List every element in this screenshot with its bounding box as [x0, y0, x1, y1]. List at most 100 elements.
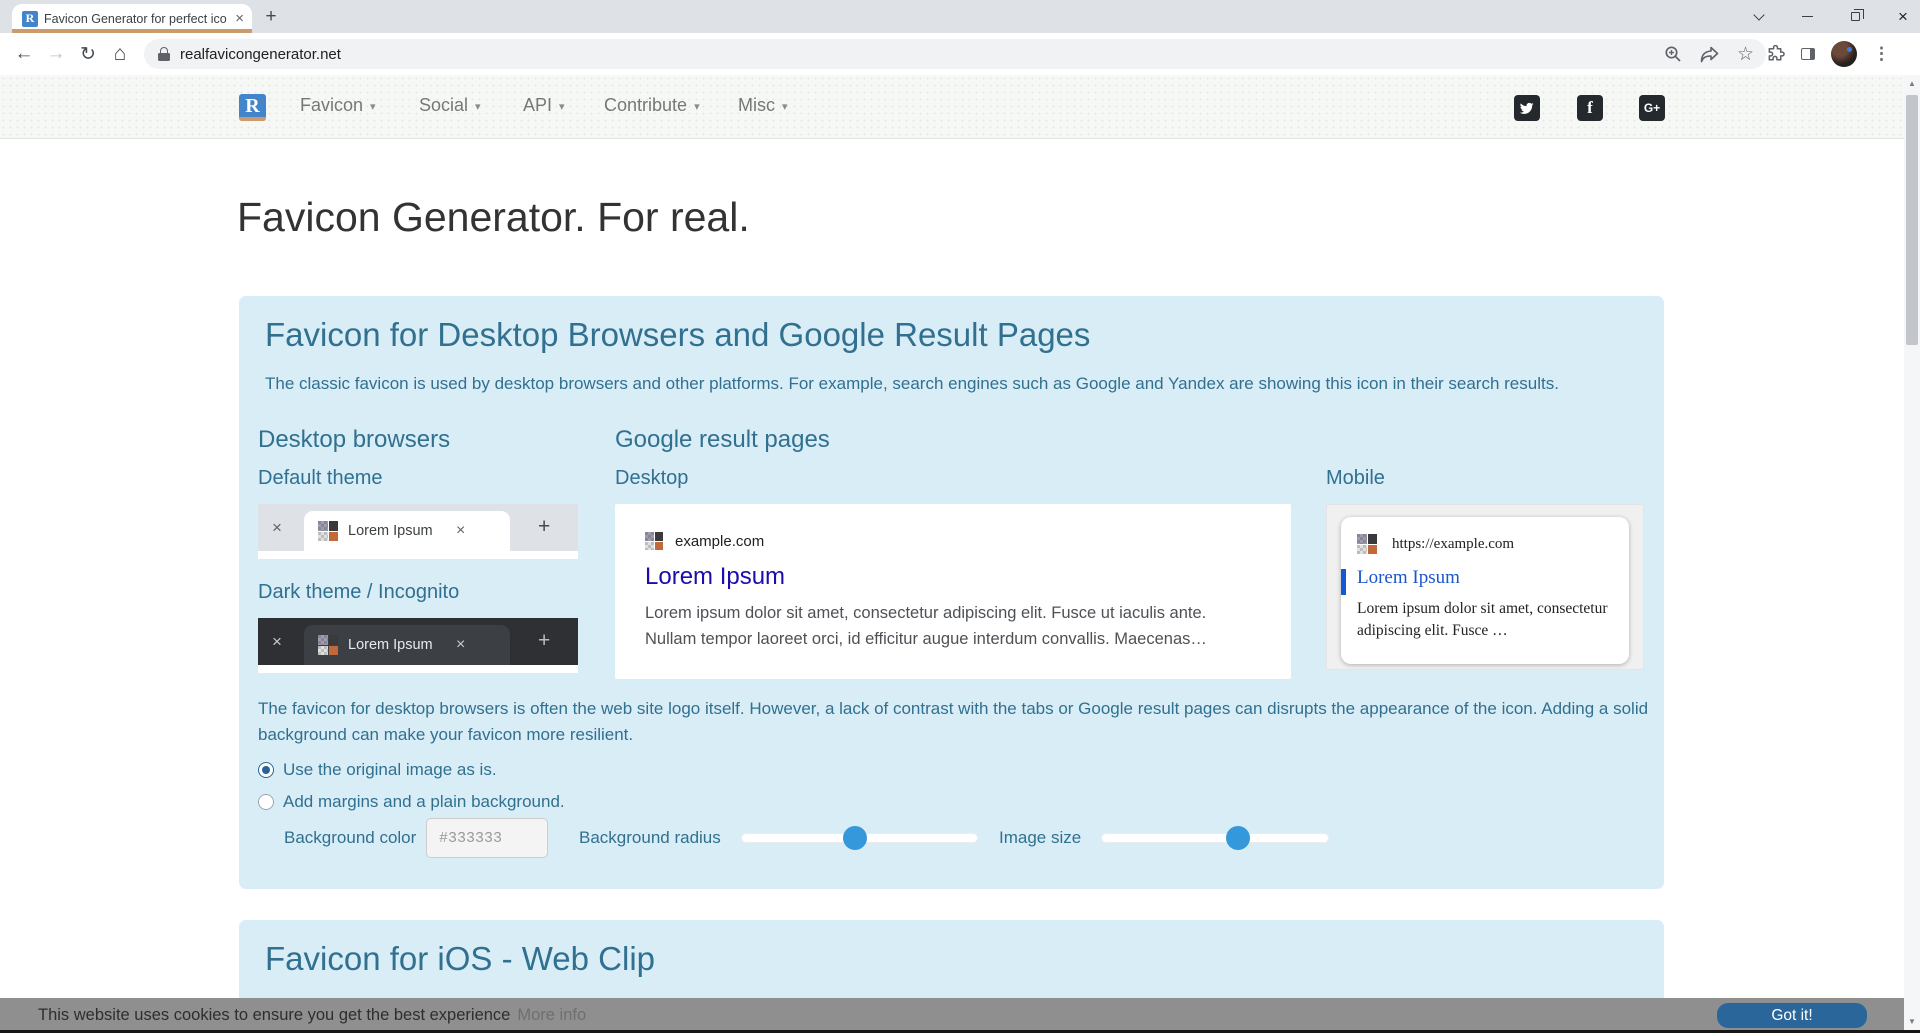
site-logo-letter: R: [245, 95, 259, 117]
mock-tab-title: Lorem Ipsum: [348, 523, 452, 539]
background-controls: Background color Background radius Image…: [284, 818, 1634, 862]
address-bar[interactable]: realfavicongenerator.net ☆: [144, 39, 1766, 69]
restore-icon: [1851, 12, 1860, 21]
cookie-banner: This website uses cookies to ensure you …: [0, 998, 1904, 1033]
desktop-browsers-heading: Desktop browsers: [258, 426, 590, 454]
close-icon: ×: [272, 518, 282, 538]
mock-browser-tab: Lorem Ipsum ×: [304, 625, 510, 665]
google-mobile-result-card: https://example.com Lorem Ipsum Lorem ip…: [1341, 517, 1629, 664]
lock-icon: [158, 47, 170, 61]
result-snippet: Lorem ipsum dolor sit amet, consectetur …: [1357, 598, 1615, 643]
image-size-label: Image size: [999, 828, 1081, 848]
scrollbar-thumb[interactable]: [1906, 95, 1918, 345]
result-url: example.com: [675, 533, 764, 550]
demo-favicon: [318, 521, 338, 541]
scroll-down-icon[interactable]: ▼: [1904, 1015, 1920, 1029]
cookie-more-info-link[interactable]: More info: [517, 1006, 586, 1025]
nav-label: Misc: [738, 95, 775, 116]
side-panel-icon[interactable]: [1801, 48, 1815, 60]
caret-down-icon: ▾: [559, 98, 565, 113]
nav-item-favicon[interactable]: Favicon ▾: [300, 95, 376, 116]
facebook-icon: f: [1587, 98, 1593, 118]
radio-label: Add margins and a plain background.: [283, 792, 565, 812]
nav-item-social[interactable]: Social ▾: [419, 95, 481, 116]
dark-theme-label: Dark theme / Incognito: [258, 581, 590, 604]
tab-close-icon[interactable]: ×: [235, 11, 244, 26]
cookie-accept-button[interactable]: Got it!: [1717, 1003, 1867, 1028]
window-minimize-button[interactable]: [1798, 8, 1816, 26]
scroll-up-icon[interactable]: ▲: [1904, 77, 1920, 91]
bookmark-star-icon[interactable]: ☆: [1737, 43, 1754, 66]
result-title-link[interactable]: Lorem Ipsum: [645, 563, 1261, 591]
twitter-button[interactable]: [1514, 95, 1540, 121]
google-results-heading: Google result pages: [615, 426, 1291, 454]
window-close-button[interactable]: ×: [1894, 8, 1912, 26]
site-header: R Favicon ▾ Social ▾ API ▾ Contribute ▾ …: [0, 75, 1920, 139]
googleplus-button[interactable]: G+: [1639, 95, 1665, 121]
desktop-browsers-column: Desktop browsers Default theme × Lorem I…: [258, 426, 590, 673]
nav-label: Favicon: [300, 95, 363, 116]
close-icon: ×: [456, 522, 465, 540]
google-desktop-result-card: example.com Lorem Ipsum Lorem ipsum dolo…: [615, 504, 1291, 679]
cookie-message: This website uses cookies to ensure you …: [38, 1006, 510, 1025]
mock-tab-title: Lorem Ipsum: [348, 637, 452, 653]
back-button[interactable]: ←: [8, 33, 40, 75]
caret-down-icon: ▾: [370, 98, 376, 113]
result-snippet: Lorem ipsum dolor sit amet, consectetur …: [645, 601, 1261, 652]
light-tab-preview: × Lorem Ipsum × +: [258, 504, 578, 559]
browser-toolbar: ← → ↻ ⌂ realfavicongenerator.net ☆ ⋮: [0, 33, 1920, 75]
caret-down-icon: ▾: [694, 98, 700, 113]
minimize-icon: [1802, 16, 1813, 18]
share-icon[interactable]: [1700, 46, 1719, 63]
slider-thumb[interactable]: [843, 826, 867, 850]
radio-selected-icon[interactable]: [258, 762, 274, 778]
forward-button[interactable]: →: [40, 33, 72, 75]
facebook-button[interactable]: f: [1577, 95, 1603, 121]
window-chevron-icon[interactable]: [1750, 8, 1768, 26]
browser-menu-icon[interactable]: ⋮: [1873, 44, 1890, 64]
image-size-slider[interactable]: [1101, 833, 1329, 843]
result-accent-bar: [1341, 569, 1346, 595]
section-note: The favicon for desktop browsers is ofte…: [258, 696, 1653, 749]
zoom-icon[interactable]: [1664, 45, 1682, 63]
site-logo[interactable]: R: [239, 94, 266, 121]
window-restore-button[interactable]: [1846, 8, 1864, 26]
background-radius-slider[interactable]: [741, 833, 978, 843]
new-tab-button[interactable]: +: [258, 5, 284, 31]
slider-thumb[interactable]: [1226, 826, 1250, 850]
plus-icon: +: [538, 515, 550, 539]
option-original-image[interactable]: Use the original image as is.: [258, 760, 497, 780]
nav-item-contribute[interactable]: Contribute ▾: [604, 95, 700, 116]
chevron-down-icon: [1753, 9, 1764, 20]
tab-title: Favicon Generator for perfect ico: [44, 12, 229, 26]
nav-item-misc[interactable]: Misc ▾: [738, 95, 788, 116]
result-title-link[interactable]: Lorem Ipsum: [1357, 567, 1615, 589]
profile-avatar[interactable]: [1831, 41, 1857, 67]
url-text[interactable]: realfavicongenerator.net: [180, 46, 1664, 63]
background-color-input[interactable]: [426, 818, 548, 858]
extensions-icon[interactable]: [1766, 45, 1785, 64]
radio-unselected-icon[interactable]: [258, 794, 274, 810]
google-results-column: Google result pages Desktop example.com …: [615, 426, 1291, 679]
nav-label: Social: [419, 95, 468, 116]
section-title: Favicon for Desktop Browsers and Google …: [265, 316, 1090, 354]
tab-favicon: R: [22, 11, 38, 27]
browser-tab[interactable]: R Favicon Generator for perfect ico ×: [12, 4, 252, 33]
section-title: Favicon for iOS - Web Clip: [265, 940, 655, 978]
close-icon: ×: [456, 636, 465, 654]
default-theme-label: Default theme: [258, 467, 590, 490]
mock-browser-tab: Lorem Ipsum ×: [304, 511, 510, 551]
section-desktop-favicon: Favicon for Desktop Browsers and Google …: [239, 296, 1664, 889]
google-desktop-label: Desktop: [615, 467, 1291, 490]
radio-label: Use the original image as is.: [283, 760, 497, 780]
caret-down-icon: ▾: [782, 98, 788, 113]
reload-button[interactable]: ↻: [72, 33, 104, 75]
background-color-label: Background color: [284, 828, 416, 848]
nav-item-api[interactable]: API ▾: [523, 95, 565, 116]
home-button[interactable]: ⌂: [104, 33, 136, 75]
nav-label: Contribute: [604, 95, 687, 116]
page-scrollbar[interactable]: ▲ ▼: [1904, 75, 1920, 1033]
section-intro: The classic favicon is used by desktop b…: [265, 374, 1559, 394]
background-radius-label: Background radius: [579, 828, 721, 848]
option-add-margins[interactable]: Add margins and a plain background.: [258, 792, 565, 812]
